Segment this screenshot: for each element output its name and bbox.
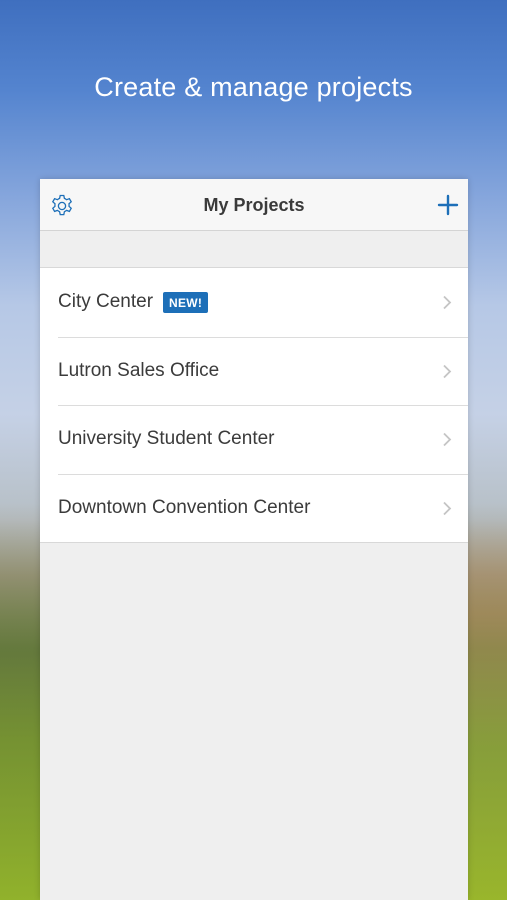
new-badge: NEW! xyxy=(163,291,209,313)
project-row-university-student-center[interactable]: University Student Center xyxy=(40,405,468,474)
project-row-lutron-sales-office[interactable]: Lutron Sales Office xyxy=(40,336,468,406)
project-name: City Center xyxy=(58,291,154,313)
projects-screen: My Projects City Center NEW! Lutron Sale… xyxy=(40,179,468,900)
project-row-downtown-convention-center[interactable]: Downtown Convention Center xyxy=(40,473,468,543)
project-name: Lutron Sales Office xyxy=(58,359,220,381)
chevron-right-icon xyxy=(443,364,452,378)
list-header-spacer xyxy=(40,231,468,268)
page-title: My Projects xyxy=(203,195,305,215)
chevron-right-icon xyxy=(443,295,452,310)
navigation-bar: My Projects xyxy=(40,179,468,231)
chevron-right-icon xyxy=(443,501,452,515)
chevron-right-icon xyxy=(443,432,452,447)
plus-icon xyxy=(437,194,459,216)
project-list: City Center NEW! Lutron Sales Office Uni… xyxy=(40,268,468,543)
project-row-city-center[interactable]: City Center NEW! xyxy=(40,268,468,337)
project-name: University Student Center xyxy=(58,428,275,450)
promo-headline: Create & manage projects xyxy=(94,72,413,102)
add-project-button[interactable] xyxy=(436,193,460,217)
project-name: Downtown Convention Center xyxy=(58,496,311,518)
